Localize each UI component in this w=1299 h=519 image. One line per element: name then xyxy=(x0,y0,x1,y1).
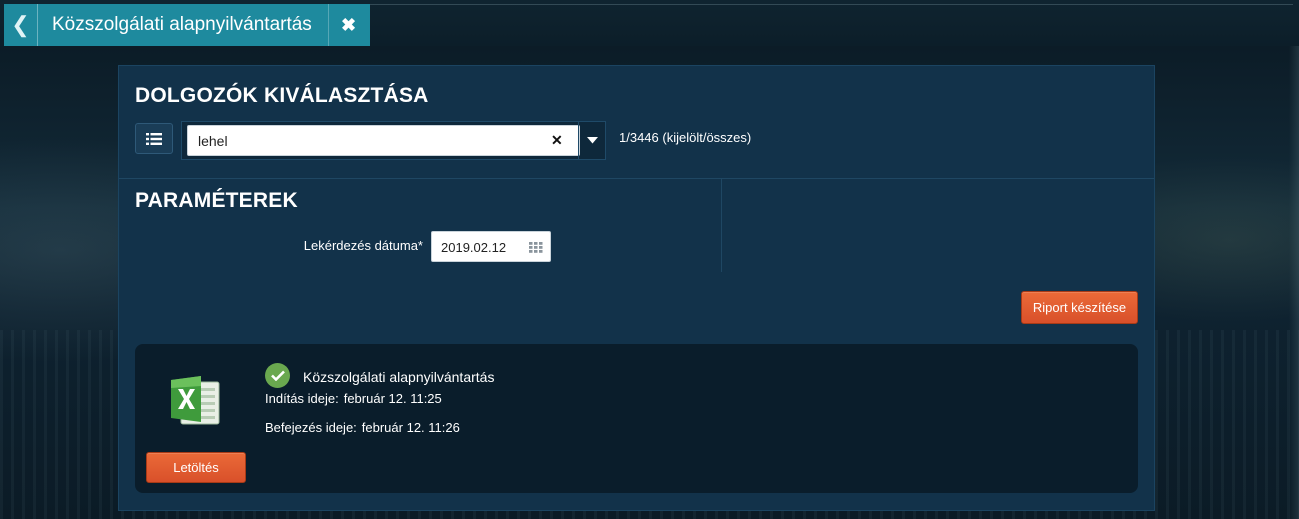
list-view-button[interactable] xyxy=(135,123,173,154)
start-time-row: Indítás ideje: február 12. 11:25 xyxy=(265,391,442,406)
download-button[interactable]: Letöltés xyxy=(146,452,246,483)
query-date-label: Lekérdezés dátuma* xyxy=(303,238,423,253)
query-date-field[interactable]: 2019.02.12 xyxy=(431,231,551,262)
employee-selection-title: DOLGOZÓK KIVÁLASZTÁSA xyxy=(135,84,429,107)
create-report-button[interactable]: Riport készítése xyxy=(1021,291,1138,324)
active-tab[interactable]: ❮ Közszolgálati alapnyilvántartás ✖ xyxy=(4,4,370,46)
check-circle-icon xyxy=(265,363,290,388)
column-divider xyxy=(721,179,722,272)
start-time-value: február 12. 11:25 xyxy=(343,391,442,406)
report-result-card: Közszolgálati alapnyilvántartás Indítás … xyxy=(135,344,1138,493)
clear-icon[interactable]: ✕ xyxy=(551,132,563,149)
top-bar-divider xyxy=(370,4,1293,46)
result-report-name: Közszolgálati alapnyilvántartás xyxy=(303,369,495,385)
employee-search-input[interactable] xyxy=(187,125,580,156)
list-icon xyxy=(146,132,162,145)
section-divider xyxy=(119,178,1154,179)
main-panel: DOLGOZÓK KIVÁLASZTÁSA ✕ 1/3446 (kijelölt… xyxy=(118,65,1155,511)
excel-icon xyxy=(171,376,220,425)
end-time-row: Befejezés ideje: február 12. 11:26 xyxy=(265,420,460,435)
top-bar: ❮ Közszolgálati alapnyilvántartás ✖ xyxy=(0,0,1299,46)
close-icon[interactable]: ✖ xyxy=(328,4,368,46)
employee-search-combobox[interactable]: ✕ xyxy=(181,121,606,160)
calendar-icon[interactable] xyxy=(529,242,543,253)
caret-down-icon[interactable] xyxy=(578,122,605,159)
tab-title: Közszolgálati alapnyilvántartás xyxy=(52,14,312,35)
end-time-label: Befejezés ideje: xyxy=(265,420,357,435)
chevron-left-icon[interactable]: ❮ xyxy=(4,4,38,46)
parameters-title: PARAMÉTEREK xyxy=(135,189,298,212)
right-edge-decoration xyxy=(1289,46,1299,519)
selection-count: 1/3446 (kijelölt/összes) xyxy=(619,130,752,145)
query-date-value[interactable]: 2019.02.12 xyxy=(441,240,506,255)
start-time-label: Indítás ideje: xyxy=(265,391,339,406)
end-time-value: február 12. 11:26 xyxy=(361,420,460,435)
